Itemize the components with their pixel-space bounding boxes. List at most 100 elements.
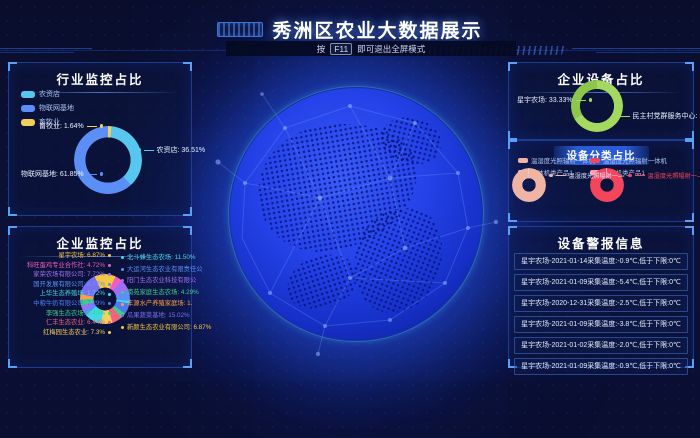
enterprise-label[interactable]: 大运河生态农业有限责任公: [121, 266, 203, 273]
callout-iot: 物联网基地: 61.85%: [21, 169, 103, 179]
dashboard: 秀洲区农业大数据展示 按 F11 即可退出全屏模式 行业监控占比 农资店物联网基…: [0, 0, 700, 438]
series-dot: [613, 114, 617, 118]
legend-item[interactable]: 温湿度光照辐射一体机: [590, 156, 667, 165]
panel-enterprise-monitor-ratio: 企业监控占比 星宇农场: 6.87%科旺蛋鸡专业合作社: 4.72%家荣农场有限…: [8, 226, 192, 368]
leader-line: [556, 175, 566, 176]
fullscreen-hint: 按 F11 即可退出全屏模式: [226, 41, 516, 56]
enterprise-label[interactable]: 中粮牛奶有限公司: 7.29%: [33, 300, 111, 307]
label-text: 中粮牛奶有限公司: 7.29%: [33, 300, 105, 307]
callout-text: 星宇农场: 33.33%: [517, 95, 573, 105]
series-dot: [21, 119, 35, 126]
enterprise-label[interactable]: 星宇农场: 6.87%: [58, 252, 111, 259]
series-dot: [121, 256, 124, 259]
enterprise-label[interactable]: 丰源水产养殖家庭场: 1.: [121, 300, 192, 307]
f11-key-badge: F11: [330, 43, 352, 55]
label-text: 红梅园生态农业: 7.3%: [43, 329, 105, 336]
legend-item[interactable]: 农资店: [21, 89, 74, 99]
callout-minzhu-center: 民主村党群服务中心:: [613, 111, 697, 121]
series-dot: [100, 172, 104, 176]
callout-text: 民主村党群服务中心:: [633, 111, 698, 121]
leader-line: [87, 126, 97, 127]
alarm-row: 星宇农场-2021-01-09采集温度:-0.9℃,低于下限:0℃: [514, 358, 688, 375]
panel-equipment-ratio: 企业设备占比 星宇农场: 33.33% 民主村党群服务中心:: [508, 62, 694, 140]
callout-text: 物联网基地: 61.85%: [21, 169, 84, 179]
globe-visualization: [230, 88, 482, 340]
label-text: 北斗蜂生态农场: 11.50%: [127, 254, 195, 261]
callout-text: 农资店: 36.51%: [157, 145, 206, 155]
series-dot: [121, 326, 124, 329]
label-text: 国开发展有限公司: 6.87%: [33, 281, 105, 288]
enterprise-label[interactable]: 上华生态养殖场: 1.72%: [40, 290, 111, 297]
equipment-donut-chart[interactable]: [571, 80, 623, 132]
leader-line: [144, 150, 154, 151]
enterprise-label[interactable]: 南苑家庭生态农场: 4.29%: [121, 289, 199, 296]
page-title: 秀洲区农业大数据展示: [272, 16, 482, 43]
enterprise-label[interactable]: 仁丰生态农业: 6.44%: [46, 319, 111, 326]
series-dot: [108, 273, 111, 276]
hint-prefix: 按: [317, 43, 326, 55]
alarm-row: 星宇农场-2021-01-09采集温度:-5.4℃,低于下限:0℃: [514, 274, 688, 291]
series-dot: [137, 148, 141, 152]
series-dot: [21, 105, 35, 112]
label-text: 大运河生态农业有限责任公: [127, 266, 203, 273]
callout-category-left: 温湿度光照辐射一—: [549, 171, 624, 180]
series-dot: [21, 91, 35, 98]
legend-item[interactable]: 温湿度光照辐射一体机: [518, 156, 595, 165]
label-text: 仁丰生态农业: 6.44%: [46, 319, 105, 326]
enterprise-labels-left: 星宇农场: 6.87% 科旺蛋鸡专业合作社: 4.72% 家荣农场有限公司: 7.7…: [19, 252, 111, 336]
panel-industry-monitor-ratio: 行业监控占比 农资店物联网基地畜牧业 畜牧业: 1.64% 农资店: 36.51…: [8, 62, 192, 216]
callout-store: 农资店: 36.51%: [137, 145, 205, 155]
enterprise-label[interactable]: 瓜果蔬菜基地: 15.02%: [121, 312, 190, 319]
callout-text: 温湿度光照辐射一—: [648, 171, 700, 180]
callout-xingyu-farm: 星宇农场: 33.33%: [517, 95, 592, 105]
enterprise-label[interactable]: 新颜生态农业有限公司: 6.87%: [121, 324, 211, 331]
enterprise-label[interactable]: 红梅园生态农业: 7.3%: [43, 329, 111, 336]
label-text: 物联网基地: [39, 103, 74, 113]
enterprise-label[interactable]: 北斗蜂生态农场: 11.50%: [121, 254, 195, 261]
callout-text: 畜牧业: 1.64%: [39, 121, 84, 131]
globe-rim-ring: [228, 86, 484, 342]
label-text: 瓜果蔬菜基地: 15.02%: [127, 312, 190, 319]
enterprise-label[interactable]: 科旺蛋鸡专业合作社: 4.72%: [27, 262, 111, 269]
alarm-row: 星宇农场-2021-01-02采集温度:-2.0℃,低于下限:0℃: [514, 337, 688, 354]
enterprise-label[interactable]: 阳门生态农业科技有限公: [121, 277, 196, 284]
legend-item[interactable]: 物联网基地: [21, 103, 74, 113]
label-text: 科旺蛋鸡专业合作社: 4.72%: [27, 262, 105, 269]
callout-text: 温湿度光照辐射一—: [569, 171, 625, 180]
label-text: 上华生态养殖场: 1.72%: [40, 290, 105, 297]
industry-donut-chart[interactable]: [74, 126, 142, 194]
series-dot: [108, 321, 111, 324]
panel-title: 设备警报信息: [509, 233, 693, 252]
series-dot: [121, 303, 124, 306]
header-logo: [217, 22, 263, 37]
series-dot: [108, 293, 111, 296]
enterprise-label[interactable]: 李强生态农场: 3.43%: [46, 310, 111, 317]
callout-livestock: 畜牧业: 1.64%: [39, 121, 103, 131]
series-dot: [121, 268, 124, 271]
label-text: 家荣农场有限公司: 7.72%: [33, 271, 105, 278]
label-text: 丰源水产养殖家庭场: 1.: [127, 300, 192, 307]
leader-line: [87, 174, 97, 175]
leader-line: [576, 100, 586, 101]
series-dot: [589, 98, 593, 102]
enterprise-label[interactable]: 家荣农场有限公司: 7.72%: [33, 271, 111, 278]
hint-suffix: 即可退出全屏模式: [357, 43, 425, 55]
label-text: 温湿度光照辐射一体机: [531, 156, 595, 165]
enterprise-label[interactable]: 国开发展有限公司: 6.87%: [33, 281, 111, 288]
leader-line: [635, 175, 645, 176]
series-dot: [108, 264, 111, 267]
label-text: 南苑家庭生态农场: 4.29%: [127, 289, 199, 296]
series-dot: [549, 174, 553, 178]
header: 秀洲区农业大数据展示 按 F11 即可退出全屏模式: [0, 0, 700, 60]
category-donut-left[interactable]: [512, 168, 546, 202]
label-text: 温湿度光照辐射一体机: [603, 156, 667, 165]
series-dot: [100, 124, 104, 128]
label-text: 阳门生态农业科技有限公: [127, 277, 196, 284]
panel-device-category-ratio: 设备分类占比 温湿度光照辐射一体机一体机类产品1 温湿度光照辐射一体机一体机类产…: [508, 140, 694, 222]
panel-device-alarm-info: 设备警报信息 星宇农场-2021-01-14采集温度:-0.9℃,低于下限:0℃…: [508, 226, 694, 368]
alarm-row: 星宇农场-2021-01-09采集温度:-3.8℃,低于下限:0℃: [514, 316, 688, 333]
label-text: 星宇农场: 6.87%: [58, 252, 105, 259]
alarm-list: 星宇农场-2021-01-14采集温度:-0.9℃,低于下限:0℃星宇农场-20…: [514, 253, 688, 375]
leader-line: [620, 116, 630, 117]
alarm-row: 星宇农场-2020-12-31采集温度:-2.5℃,低于下限:0℃: [514, 295, 688, 312]
